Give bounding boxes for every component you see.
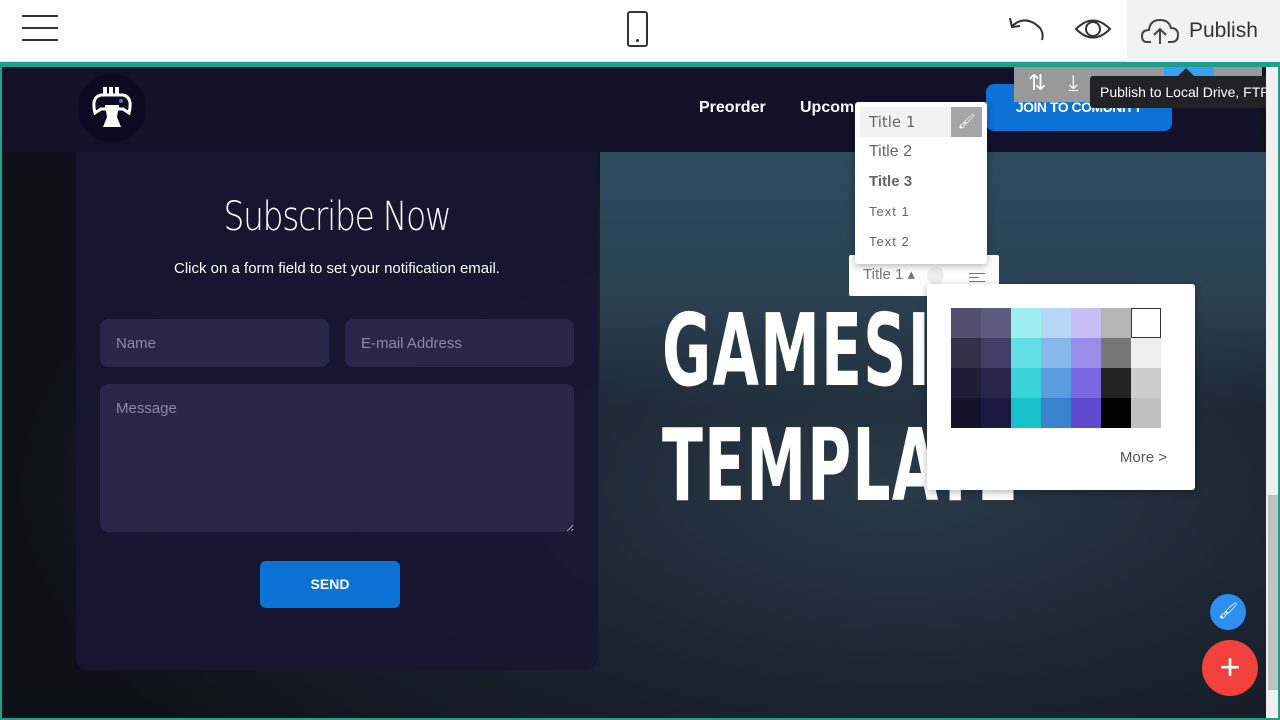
style-option-text-2[interactable]: Text 2: [860, 227, 982, 257]
color-swatch[interactable]: [981, 368, 1011, 398]
publish-button[interactable]: Publish: [1127, 0, 1280, 62]
color-swatch[interactable]: [1131, 368, 1161, 398]
move-block-icon[interactable]: ⇅: [1028, 70, 1046, 96]
color-swatch[interactable]: [1131, 338, 1161, 368]
text-style-dropdown: Title 1 🖌 Title 2 Title 3 Text 1 Text 2: [855, 102, 987, 264]
message-textarea[interactable]: [100, 384, 574, 532]
color-swatch[interactable]: [1071, 338, 1101, 368]
cloud-upload-icon: [1141, 18, 1179, 44]
name-input[interactable]: [100, 319, 329, 367]
scrollbar-thumb[interactable]: [1268, 495, 1278, 690]
color-swatch[interactable]: [951, 308, 981, 338]
color-swatch[interactable]: [1041, 398, 1071, 428]
more-colors-link[interactable]: More >: [1120, 449, 1167, 466]
color-swatch[interactable]: [981, 338, 1011, 368]
page-canvas: Preorder Upcom JOIN TO COMUNITY ⇅ ⤓ Publ…: [0, 62, 1280, 720]
download-block-icon[interactable]: ⤓: [1068, 70, 1078, 96]
color-palette-popup: More >: [927, 284, 1195, 490]
color-swatch[interactable]: [951, 338, 981, 368]
add-block-fab-button[interactable]: +: [1202, 640, 1258, 696]
top-toolbar: Publish: [0, 0, 1280, 62]
color-swatch[interactable]: [1011, 308, 1041, 338]
style-option-title-1[interactable]: Title 1 🖌: [860, 107, 982, 137]
publish-label: Publish: [1189, 19, 1258, 42]
color-swatch[interactable]: [1041, 368, 1071, 398]
color-swatch-grid: [951, 308, 1161, 428]
subscribe-form: Subscribe Now Click on a form field to s…: [76, 152, 598, 670]
color-swatch[interactable]: [1101, 338, 1131, 368]
color-swatch[interactable]: [951, 398, 981, 428]
nav-link-preorder[interactable]: Preorder: [699, 99, 766, 117]
color-swatch[interactable]: [1071, 308, 1101, 338]
color-swatch[interactable]: [1011, 398, 1041, 428]
brush-fab-button[interactable]: 🖌: [1210, 594, 1246, 630]
brush-icon[interactable]: 🖌: [951, 107, 982, 137]
gamepad-logo[interactable]: [78, 74, 146, 142]
form-title[interactable]: Subscribe Now: [123, 194, 551, 240]
color-swatch[interactable]: [951, 368, 981, 398]
color-swatch[interactable]: [1071, 368, 1101, 398]
color-swatch[interactable]: [1101, 368, 1131, 398]
color-swatch[interactable]: [981, 308, 1011, 338]
color-swatch[interactable]: [1041, 338, 1071, 368]
color-swatch[interactable]: [1041, 308, 1071, 338]
color-swatch[interactable]: [1071, 398, 1101, 428]
send-button[interactable]: SEND: [260, 561, 400, 608]
nav-link-upcoming[interactable]: Upcom: [800, 99, 854, 117]
scrollbar[interactable]: [1266, 67, 1278, 718]
mobile-preview-icon[interactable]: [627, 11, 648, 47]
color-swatch[interactable]: [1131, 398, 1161, 428]
color-swatch[interactable]: [1131, 308, 1161, 338]
color-swatch[interactable]: [1101, 398, 1131, 428]
style-option-text-1[interactable]: Text 1: [860, 197, 982, 227]
form-subtitle[interactable]: Click on a form field to set your notifi…: [76, 260, 598, 277]
style-option-title-2[interactable]: Title 2: [860, 137, 982, 167]
publish-tooltip: Publish to Local Drive, FTP: [1090, 68, 1278, 108]
color-swatch[interactable]: [981, 398, 1011, 428]
style-select[interactable]: Title 1 ▴: [863, 265, 915, 283]
email-input[interactable]: [345, 319, 574, 367]
hero-title-line1[interactable]: GAMESI: [662, 292, 931, 409]
undo-icon[interactable]: [1006, 14, 1046, 44]
color-picker-button[interactable]: [927, 267, 944, 284]
preview-eye-icon[interactable]: [1074, 14, 1112, 44]
color-swatch[interactable]: [1011, 338, 1041, 368]
style-option-title-3[interactable]: Title 3: [860, 167, 982, 197]
color-swatch[interactable]: [1011, 368, 1041, 398]
hamburger-menu-icon[interactable]: [22, 15, 58, 43]
color-swatch[interactable]: [1101, 308, 1131, 338]
